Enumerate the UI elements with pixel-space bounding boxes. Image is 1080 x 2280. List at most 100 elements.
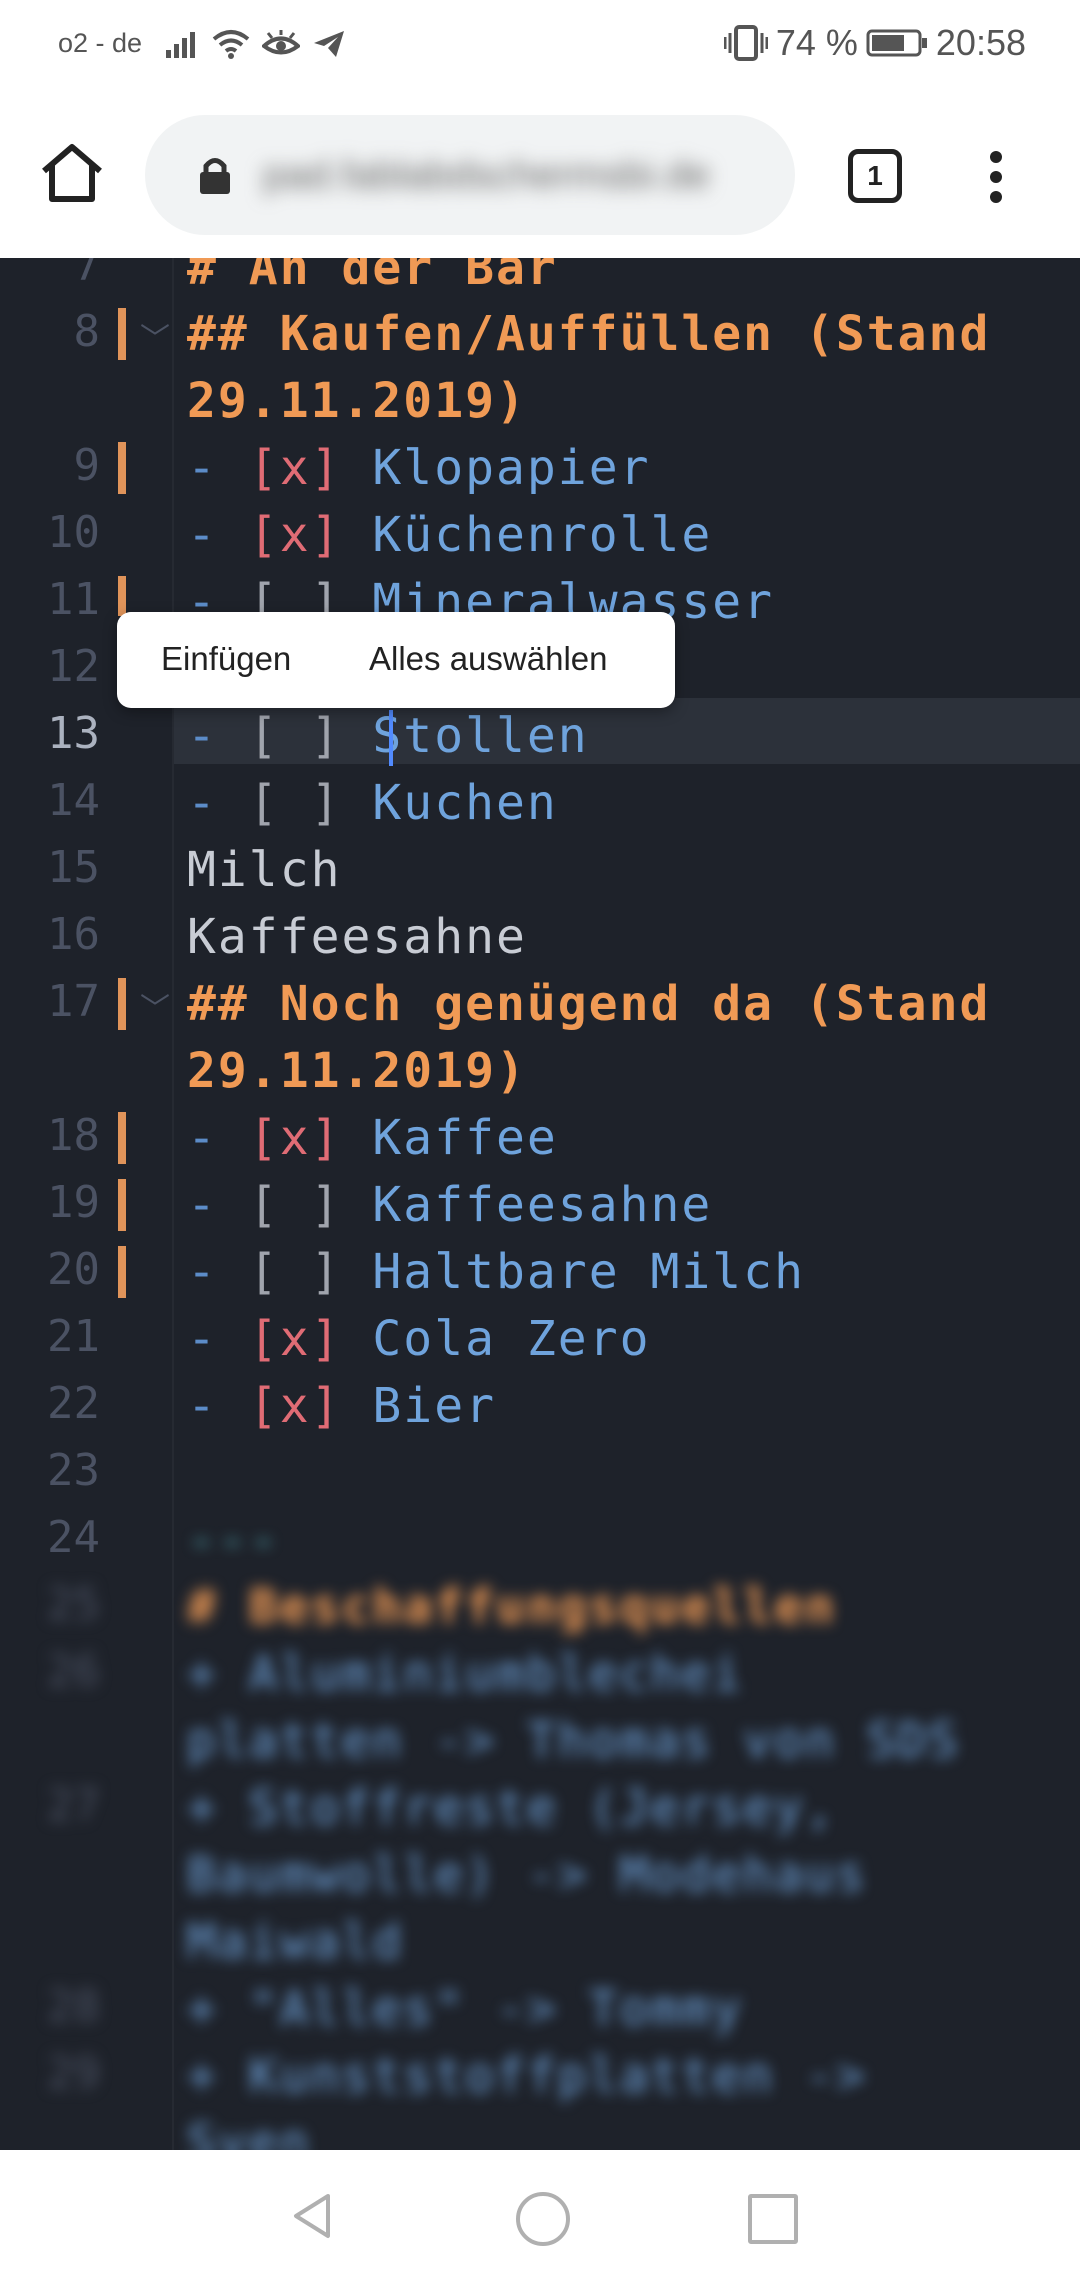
- plain-text: Kaffeesahne: [187, 909, 527, 965]
- change-marker: [118, 1179, 126, 1231]
- checkbox-empty: [ ]: [248, 1177, 342, 1233]
- list-item: + Aluminiumblechei: [187, 1646, 744, 1702]
- line-number: 14: [47, 775, 100, 826]
- line-number: 16: [47, 909, 100, 960]
- eye-icon: [262, 29, 301, 54]
- gutter-divider: [172, 258, 174, 2150]
- list-item-wrap: platten -> Thomas von SDS: [187, 1713, 960, 1769]
- list-dash: -: [187, 507, 249, 563]
- clock: 20:58: [935, 22, 1026, 63]
- item-text: Cola Zero: [341, 1311, 651, 1367]
- line-number: 17: [47, 976, 100, 1027]
- telegram-icon: [314, 30, 345, 57]
- status-left: o2 - de: [58, 28, 346, 59]
- lock-icon: [200, 158, 230, 194]
- item-text: Kaffee: [341, 1110, 558, 1166]
- change-marker: [118, 1246, 126, 1298]
- dot: [990, 191, 1002, 203]
- change-marker: [118, 1112, 126, 1164]
- tab-count: 1: [867, 160, 883, 191]
- line-number: 8: [73, 306, 101, 357]
- url-text: pad.fablabdschermsbi.de: [263, 153, 710, 197]
- line-number: 27: [47, 1780, 100, 1831]
- fold-chevron-icon[interactable]: ﹀: [140, 984, 170, 1028]
- list-item: - [x] Klopapier: [187, 440, 650, 496]
- heading-text: # An der Bar: [187, 258, 558, 296]
- heading-text: ## Noch genügend da (Stand: [187, 976, 991, 1032]
- markdown-editor[interactable]: 7 ﹀ # An der Bar 8 ﹀ ## Kaufen/Auffüllen…: [0, 258, 1080, 2150]
- list-item: - [ ] Stollen: [187, 708, 589, 764]
- list-item: - [ ] Haltbare Milch: [187, 1244, 805, 1300]
- status-right: 74 % 20:58: [723, 22, 1026, 64]
- line-number: 18: [47, 1110, 100, 1161]
- change-marker: [118, 308, 126, 360]
- checkbox-empty: [ ]: [248, 708, 342, 764]
- carrier-label: o2 - de: [58, 28, 143, 58]
- battery-icon: [866, 29, 927, 57]
- horizontal-rule-text: ---: [187, 1512, 280, 1568]
- home-icon: [42, 144, 102, 202]
- line-number: 25: [47, 1579, 100, 1630]
- fold-chevron-icon[interactable]: ﹀: [140, 314, 170, 358]
- plain-text: Milch: [187, 842, 342, 898]
- checkbox-checked: [x]: [248, 1378, 342, 1434]
- checkbox-checked: [x]: [248, 1311, 342, 1367]
- heading-text-wrap: 29.11.2019): [187, 1043, 527, 1099]
- change-marker: [118, 576, 126, 616]
- item-text: Klopapier: [341, 440, 651, 496]
- overflow-menu-button[interactable]: [980, 145, 1012, 209]
- line-number: 24: [47, 1512, 100, 1563]
- home-button[interactable]: [38, 139, 106, 207]
- dot: [990, 171, 1002, 183]
- dot: [990, 151, 1002, 163]
- heading-text-wrap: 29.11.2019): [187, 373, 527, 429]
- item-text: Kuchen: [341, 775, 558, 831]
- list-dash: -: [187, 440, 249, 496]
- list-item-wrap: Sven: [187, 2115, 311, 2150]
- text-selection-menu: Einfügen Alles auswählen: [117, 612, 675, 708]
- heading-text: ## Kaufen/Auffüllen (Stand: [187, 306, 991, 362]
- recent-apps-icon[interactable]: [748, 2194, 798, 2244]
- line-number: 28: [47, 1981, 100, 2032]
- browser-toolbar: pad.fablabdschermsbi.de 1: [0, 95, 1080, 258]
- wifi-icon: [212, 29, 250, 59]
- list-item: - [ ] Kuchen: [187, 775, 558, 831]
- change-marker: [118, 978, 126, 1030]
- line-number: 12: [47, 641, 100, 692]
- select-all-menu-item[interactable]: Alles auswählen: [369, 640, 607, 678]
- list-dash: -: [187, 775, 249, 831]
- list-dash: -: [187, 1177, 249, 1233]
- list-item: - [x] Cola Zero: [187, 1311, 650, 1367]
- back-icon[interactable]: [290, 2192, 334, 2240]
- home-circle-icon[interactable]: [516, 2192, 570, 2246]
- list-item-wrap: Maiwald: [187, 1914, 404, 1970]
- list-item: + "Alles" -> Tommy: [187, 1981, 744, 2037]
- line-number: 9: [73, 440, 101, 491]
- checkbox-checked: [x]: [248, 440, 342, 496]
- list-item: - [x] Kaffee: [187, 1110, 558, 1166]
- list-dash: -: [187, 1244, 249, 1300]
- item-text: Haltbare Milch: [341, 1244, 805, 1300]
- line-number: 20: [47, 1244, 100, 1295]
- line-number: 11: [47, 574, 100, 625]
- checkbox-checked: [x]: [248, 1110, 342, 1166]
- item-text: Küchenrolle: [341, 507, 713, 563]
- fold-chevron-icon[interactable]: ﹀: [140, 258, 170, 278]
- item-text: Kaffeesahne: [341, 1177, 713, 1233]
- item-text: Stollen: [341, 708, 589, 764]
- list-dash: -: [187, 1378, 249, 1434]
- list-item: - [x] Bier: [187, 1378, 496, 1434]
- list-dash: -: [187, 1311, 249, 1367]
- text-cursor: [389, 710, 393, 766]
- tab-switcher-button[interactable]: 1: [848, 149, 902, 203]
- battery-percent: 74 %: [775, 22, 858, 63]
- list-dash: -: [187, 708, 249, 764]
- paste-menu-item[interactable]: Einfügen: [161, 640, 291, 678]
- checkbox-empty: [ ]: [248, 1244, 342, 1300]
- line-number: 22: [47, 1378, 100, 1429]
- change-marker: [118, 442, 126, 494]
- checkbox-checked: [x]: [248, 507, 342, 563]
- signal-icon: [166, 31, 196, 58]
- url-bar[interactable]: pad.fablabdschermsbi.de: [145, 115, 795, 235]
- list-item-wrap: Baumwolle) -> Modehaus: [187, 1847, 867, 1903]
